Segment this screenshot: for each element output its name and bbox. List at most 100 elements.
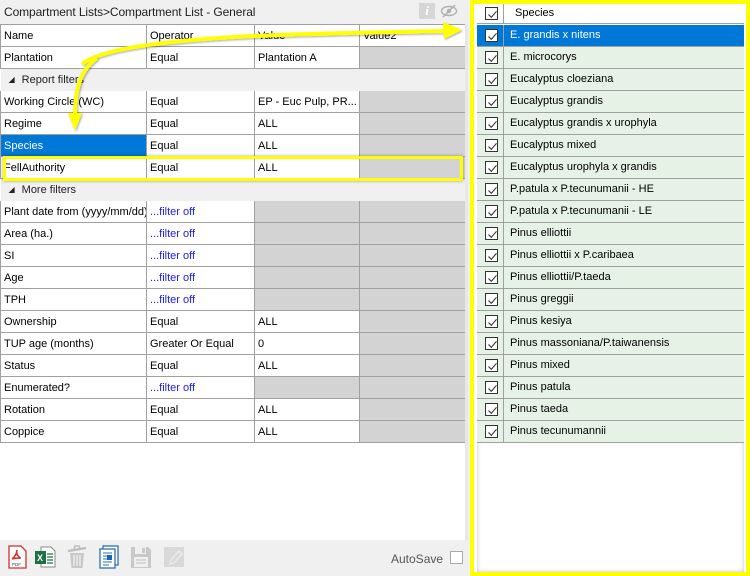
- filter-name-cell[interactable]: SI: [0, 244, 147, 267]
- filter-value2-cell[interactable]: [359, 90, 466, 113]
- species-list-item[interactable]: Pinus mixed: [477, 355, 744, 377]
- filter-operator-cell[interactable]: Equal: [146, 354, 255, 377]
- filter-operator-cell[interactable]: Equal: [146, 46, 255, 69]
- filter-operator-cell[interactable]: Equal: [146, 420, 255, 443]
- species-checkbox[interactable]: [485, 139, 498, 152]
- filter-name-cell[interactable]: Working Circle (WC): [0, 90, 147, 113]
- filter-name-cell[interactable]: Plant date from (yyyy/mm/dd): [0, 200, 147, 223]
- species-list-item[interactable]: E. microcorys: [477, 47, 744, 69]
- filter-operator-cell[interactable]: Equal: [146, 398, 255, 421]
- species-checkbox[interactable]: [485, 117, 498, 130]
- filter-operator-cell[interactable]: ...filter off: [146, 200, 255, 223]
- filter-row[interactable]: Plantation Equal Plantation A: [0, 46, 466, 69]
- species-checkbox[interactable]: [485, 205, 498, 218]
- info-icon[interactable]: i: [419, 3, 435, 19]
- species-checkbox[interactable]: [485, 381, 498, 394]
- filter-value2-cell[interactable]: [359, 134, 466, 157]
- filter-value2-cell[interactable]: [359, 288, 466, 311]
- column-header-name[interactable]: Name: [0, 24, 147, 47]
- species-checkbox[interactable]: [485, 425, 498, 438]
- species-list-item[interactable]: Pinus greggii: [477, 289, 744, 311]
- group-row[interactable]: ◢ More filters: [0, 178, 466, 201]
- collapse-triangle-icon[interactable]: ◢: [9, 185, 15, 194]
- species-list-item[interactable]: Eucalyptus grandis x urophyla: [477, 113, 744, 135]
- filter-value-cell[interactable]: ALL: [254, 354, 360, 377]
- species-list-item[interactable]: Pinus tecunumannii: [477, 421, 744, 443]
- species-checkbox[interactable]: [485, 359, 498, 372]
- filter-value-cell[interactable]: [254, 200, 360, 223]
- filter-value2-cell[interactable]: [359, 376, 466, 399]
- filter-operator-cell[interactable]: Equal: [146, 90, 255, 113]
- filter-value2-cell[interactable]: [359, 244, 466, 267]
- filter-name-cell[interactable]: Rotation: [0, 398, 147, 421]
- filter-operator-cell[interactable]: ...filter off: [146, 266, 255, 289]
- species-list-item[interactable]: Pinus elliottii x P.caribaea: [477, 245, 744, 267]
- filter-name-cell[interactable]: Age: [0, 266, 147, 289]
- filter-value-cell[interactable]: 0: [254, 332, 360, 355]
- filter-name-cell[interactable]: TPH: [0, 288, 147, 311]
- filter-name-cell[interactable]: FellAuthority: [0, 156, 147, 179]
- filter-operator-cell[interactable]: Greater Or Equal: [146, 332, 255, 355]
- species-list-item[interactable]: E. grandis x nitens: [477, 25, 744, 47]
- filter-value-cell[interactable]: ALL: [254, 420, 360, 443]
- filter-row[interactable]: Ownership Equal ALL: [0, 310, 466, 333]
- filter-operator-cell[interactable]: Equal: [146, 310, 255, 333]
- species-list-item[interactable]: Pinus massoniana/P.taiwanensis: [477, 333, 744, 355]
- filter-row[interactable]: Area (ha.) ...filter off: [0, 222, 466, 245]
- species-checkbox[interactable]: [485, 293, 498, 306]
- species-list-item[interactable]: Pinus elliottii: [477, 223, 744, 245]
- species-checkbox[interactable]: [485, 161, 498, 174]
- species-list-item[interactable]: Pinus taeda: [477, 399, 744, 421]
- column-header-value2[interactable]: Value2: [359, 24, 466, 47]
- collapse-triangle-icon[interactable]: ◢: [9, 75, 15, 84]
- species-checkbox[interactable]: [485, 29, 498, 42]
- group-row[interactable]: ◢ Report filters: [0, 68, 466, 91]
- species-checkbox[interactable]: [485, 227, 498, 240]
- filter-operator-cell[interactable]: ...filter off: [146, 376, 255, 399]
- filter-value2-cell[interactable]: [359, 398, 466, 421]
- species-list-item[interactable]: Pinus kesiya: [477, 311, 744, 333]
- species-list-item[interactable]: Eucalyptus urophyla x grandis: [477, 157, 744, 179]
- filter-value2-cell[interactable]: [359, 420, 466, 443]
- filter-name-cell[interactable]: Ownership: [0, 310, 147, 333]
- autosave-checkbox[interactable]: [450, 551, 463, 564]
- grid-scrollbar[interactable]: [465, 24, 468, 540]
- species-list-item[interactable]: P.patula x P.tecunumanii - LE: [477, 201, 744, 223]
- filter-name-cell[interactable]: Status: [0, 354, 147, 377]
- filter-value-cell[interactable]: ALL: [254, 134, 360, 157]
- filter-value2-cell[interactable]: [359, 332, 466, 355]
- column-header-operator[interactable]: Operator: [146, 24, 255, 47]
- excel-icon[interactable]: X: [34, 545, 56, 569]
- filter-row[interactable]: Regime Equal ALL: [0, 112, 466, 135]
- filter-value-cell[interactable]: ALL: [254, 112, 360, 135]
- filter-value2-cell[interactable]: [359, 200, 466, 223]
- species-checkbox[interactable]: [485, 73, 498, 86]
- filter-name-cell[interactable]: Plantation: [0, 46, 147, 69]
- filter-value-cell[interactable]: ALL: [254, 310, 360, 333]
- species-list-item[interactable]: P.patula x P.tecunumanii - HE: [477, 179, 744, 201]
- filter-value2-cell[interactable]: [359, 112, 466, 135]
- filter-operator-cell[interactable]: Equal: [146, 156, 255, 179]
- pdf-icon[interactable]: PDF: [6, 545, 28, 569]
- species-checkbox[interactable]: [485, 249, 498, 262]
- filter-row[interactable]: Age ...filter off: [0, 266, 466, 289]
- filter-value-cell[interactable]: ALL: [254, 398, 360, 421]
- filter-row[interactable]: Enumerated? ...filter off: [0, 376, 466, 399]
- filter-operator-cell[interactable]: Equal: [146, 134, 255, 157]
- filter-value-cell[interactable]: ALL: [254, 156, 360, 179]
- filter-value2-cell[interactable]: [359, 222, 466, 245]
- filter-row[interactable]: TUP age (months) Greater Or Equal 0: [0, 332, 466, 355]
- filter-name-cell[interactable]: Area (ha.): [0, 222, 147, 245]
- filter-value2-cell[interactable]: [359, 46, 466, 69]
- filter-operator-cell[interactable]: ...filter off: [146, 288, 255, 311]
- filter-row[interactable]: Coppice Equal ALL: [0, 420, 466, 443]
- species-checkbox[interactable]: [485, 337, 498, 350]
- species-checkbox[interactable]: [485, 51, 498, 64]
- filter-name-cell[interactable]: Species: [0, 134, 147, 157]
- species-checkbox[interactable]: [485, 183, 498, 196]
- filter-row[interactable]: Status Equal ALL: [0, 354, 466, 377]
- filter-row[interactable]: Working Circle (WC) Equal EP - Euc Pulp, P…: [0, 90, 466, 113]
- filter-row[interactable]: Species Equal ALL: [0, 134, 466, 157]
- select-all-checkbox[interactable]: [485, 7, 498, 20]
- species-checkbox[interactable]: [485, 271, 498, 284]
